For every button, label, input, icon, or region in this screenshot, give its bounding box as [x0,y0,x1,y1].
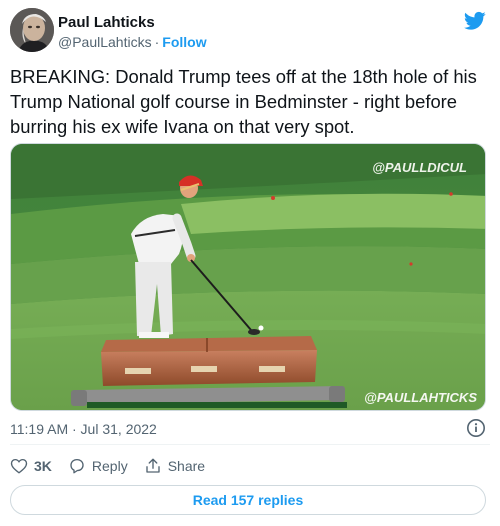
handle[interactable]: @PaulLahticks [58,34,152,50]
like-count: 3K [34,458,52,474]
handle-row: @PaulLahticks · Follow [58,33,207,52]
heart-icon [10,458,28,474]
watermark-bottom: @PAULLAHTICKS [364,390,477,405]
tweet-card: Paul Lahticks @PaulLahticks · Follow BREAK… [0,0,500,526]
avatar-image [10,8,54,52]
like-button[interactable]: 3K [10,457,52,475]
reply-icon [70,458,84,474]
share-icon [146,458,160,473]
watermark-top: @PAULLDICUL [372,160,467,175]
reply-button[interactable]: Reply [68,457,128,475]
twitter-bird-icon[interactable] [464,11,486,31]
follow-link[interactable]: Follow [162,34,206,50]
tweet-media[interactable]: @PAULLDICUL @PAULLAHTICKS [10,143,486,411]
tweet-actions: 3K Reply Share [10,455,221,477]
read-replies-button[interactable]: Read 157 replies [10,485,486,515]
separator-dot: · [154,34,160,50]
author-info: Paul Lahticks @PaulLahticks · Follow [58,13,207,52]
tweet-timestamp[interactable]: 11:19 AM · Jul 31, 2022 [10,420,157,438]
tweet-text: BREAKING: Donald Trump tees off at the 1… [10,66,477,137]
tweet-header: Paul Lahticks @PaulLahticks · Follow [10,8,490,56]
info-icon[interactable] [466,418,486,438]
divider [10,444,490,445]
share-button[interactable]: Share [144,457,205,475]
reply-label: Reply [91,458,128,474]
display-name[interactable]: Paul Lahticks [58,13,207,32]
avatar[interactable] [10,8,54,52]
media-image: @PAULLDICUL @PAULLAHTICKS [11,144,485,410]
share-label: Share [167,458,206,474]
